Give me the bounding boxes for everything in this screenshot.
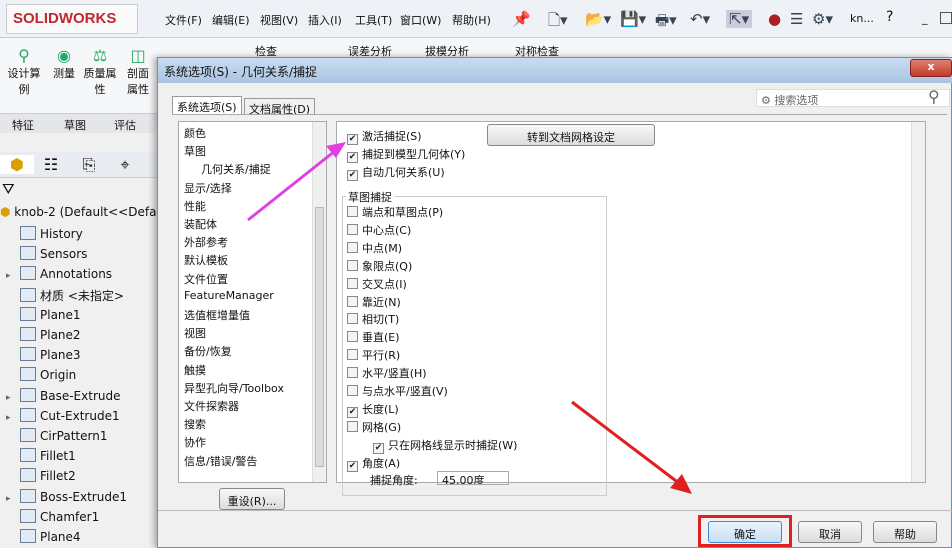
pink-arrow bbox=[247, 145, 341, 222]
red-arrow bbox=[571, 400, 685, 489]
annotation-arrows bbox=[247, 142, 692, 494]
